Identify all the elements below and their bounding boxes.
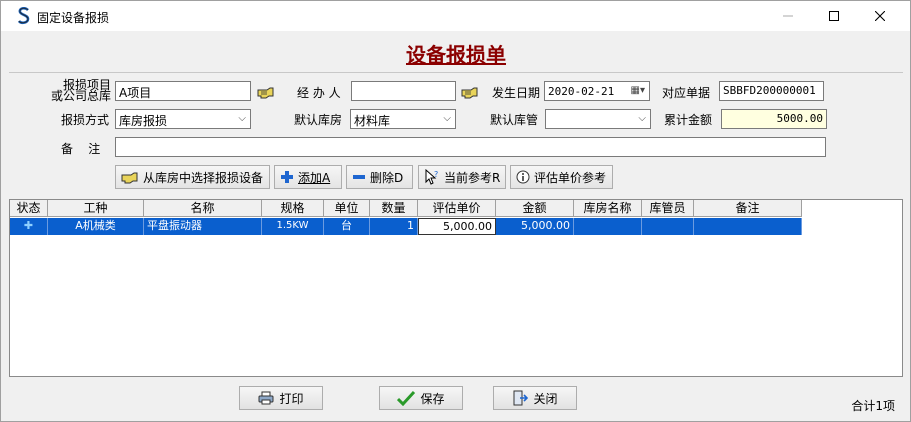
maximize-icon xyxy=(829,11,839,21)
close-window-button[interactable] xyxy=(857,1,903,31)
total-amount-field: 5000.00 xyxy=(721,109,827,129)
handler-label: 经 办 人 xyxy=(297,86,341,100)
total-amount-label: 累计金额 xyxy=(664,113,713,127)
ref-label: 对应单据 xyxy=(662,86,711,100)
cell-unit[interactable]: 台 xyxy=(324,218,370,235)
cell-warehouse[interactable] xyxy=(574,218,642,235)
help-cursor-icon: ? xyxy=(425,169,438,185)
eval-price-ref-button[interactable]: 评估单价参考 xyxy=(510,165,613,189)
close-button[interactable]: 关闭 xyxy=(493,386,577,410)
method-label: 报损方式 xyxy=(61,113,110,127)
print-label: 打印 xyxy=(279,391,304,406)
form-header: 设备报损单 xyxy=(9,31,903,73)
table-row[interactable]: ✚ A机械类 平盘振动器 1.5KW 台 1 5,000.00 5,000.00 xyxy=(10,218,802,235)
col-header-warehouse[interactable]: 库房名称 xyxy=(574,200,642,217)
items-grid[interactable]: 状态 工种 名称 规格 单位 数量 评估单价 金额 库房名称 库管员 备注 ✚ … xyxy=(9,199,903,377)
select-from-warehouse-label: 从库房中选择报损设备 xyxy=(143,170,264,185)
chevron-down-icon: ⌵ xyxy=(238,113,246,124)
hand-pointer-icon xyxy=(121,172,138,184)
checkmark-icon xyxy=(397,390,416,406)
grid-header: 状态 工种 名称 规格 单位 数量 评估单价 金额 库房名称 库管员 备注 xyxy=(10,200,802,217)
cell-name[interactable]: 平盘振动器 xyxy=(144,218,262,235)
save-button[interactable]: 保存 xyxy=(379,386,463,410)
project-label: 报损项目 或公司总库 xyxy=(49,79,111,103)
cell-eval-price-editor[interactable]: 5,000.00 xyxy=(418,218,496,235)
info-icon xyxy=(516,170,530,184)
col-header-keeper[interactable]: 库管员 xyxy=(642,200,694,217)
keeper-label: 默认库管 xyxy=(490,113,539,127)
print-button[interactable]: 打印 xyxy=(239,386,323,410)
exit-door-icon xyxy=(513,390,529,406)
eval-price-ref-label: 评估单价参考 xyxy=(534,170,607,185)
delete-label: 删除D xyxy=(370,170,404,185)
warehouse-select[interactable]: 材料库 ⌵ xyxy=(350,109,456,129)
date-label: 发生日期 xyxy=(492,86,541,100)
calendar-icon[interactable]: ▦▾ xyxy=(631,85,645,96)
form-area: 报损项目 或公司总库 A项目 经 办 人 发生日期 2020-02-21 ▦▾ … xyxy=(9,73,903,199)
col-header-remark[interactable]: 备注 xyxy=(694,200,802,217)
remark-label: 备 注 xyxy=(61,142,101,156)
col-header-work-type[interactable]: 工种 xyxy=(48,200,144,217)
minimize-button[interactable] xyxy=(765,1,811,31)
window-title: 固定设备报损 xyxy=(37,11,110,25)
col-header-unit[interactable]: 单位 xyxy=(324,200,370,217)
remark-field[interactable] xyxy=(115,137,826,157)
app-s-icon xyxy=(17,7,30,25)
footer-bar: 打印 保存 关闭 合计1项 xyxy=(9,377,903,415)
add-label: 添加A xyxy=(298,170,331,185)
chevron-down-icon: ⌵ xyxy=(443,113,451,124)
select-from-warehouse-button[interactable]: 从库房中选择报损设备 xyxy=(115,165,270,189)
cell-qty[interactable]: 1 xyxy=(370,218,418,235)
close-icon xyxy=(875,11,885,21)
window: 固定设备报损 设备报损单 报损项目 或公司总库 A项目 经 办 人 发生日期 2… xyxy=(0,0,911,422)
col-header-amount[interactable]: 金额 xyxy=(496,200,574,217)
printer-icon xyxy=(258,391,274,405)
handler-field[interactable] xyxy=(351,81,456,101)
delete-button[interactable]: 删除D xyxy=(346,165,413,189)
col-header-name[interactable]: 名称 xyxy=(144,200,262,217)
save-label: 保存 xyxy=(420,391,445,406)
title-bar: 固定设备报损 xyxy=(1,1,910,31)
minus-icon xyxy=(353,175,365,179)
col-header-status[interactable]: 状态 xyxy=(10,200,48,217)
current-ref-button[interactable]: ? 当前参考R xyxy=(418,165,506,189)
method-select[interactable]: 库房报损 ⌵ xyxy=(115,109,251,129)
cell-amount[interactable]: 5,000.00 xyxy=(496,218,574,235)
date-picker[interactable]: 2020-02-21 ▦▾ xyxy=(544,81,650,101)
warehouse-label: 默认库房 xyxy=(294,113,343,127)
hand-pointer-icon[interactable] xyxy=(257,85,275,99)
cell-work-type[interactable]: A机械类 xyxy=(48,218,144,235)
keeper-select[interactable]: ⌵ xyxy=(545,109,651,129)
minimize-icon xyxy=(783,15,793,17)
project-label-line2: 或公司总库 xyxy=(50,89,111,103)
chevron-down-icon: ⌵ xyxy=(638,113,646,124)
maximize-button[interactable] xyxy=(811,1,857,31)
plus-icon xyxy=(281,171,293,183)
form-heading: 设备报损单 xyxy=(406,43,506,67)
cell-spec[interactable]: 1.5KW xyxy=(262,218,324,235)
col-header-spec[interactable]: 规格 xyxy=(262,200,324,217)
method-value: 库房报损 xyxy=(119,114,168,128)
close-label: 关闭 xyxy=(533,391,558,406)
row-status-icon: ✚ xyxy=(10,218,48,235)
project-field[interactable]: A项目 xyxy=(115,81,251,101)
total-count: 合计1项 xyxy=(851,399,895,413)
col-header-eval-price[interactable]: 评估单价 xyxy=(418,200,496,217)
current-ref-label: 当前参考R xyxy=(444,170,501,185)
svg-text:?: ? xyxy=(434,170,438,179)
ref-field[interactable]: SBBFD200000001 xyxy=(719,81,824,101)
add-button[interactable]: 添加A xyxy=(274,165,342,189)
cell-remark[interactable] xyxy=(694,218,802,235)
date-value: 2020-02-21 xyxy=(548,85,615,98)
hand-pointer-icon[interactable] xyxy=(461,85,479,99)
warehouse-value: 材料库 xyxy=(354,114,391,128)
col-header-qty[interactable]: 数量 xyxy=(370,200,418,217)
cell-keeper[interactable] xyxy=(642,218,694,235)
